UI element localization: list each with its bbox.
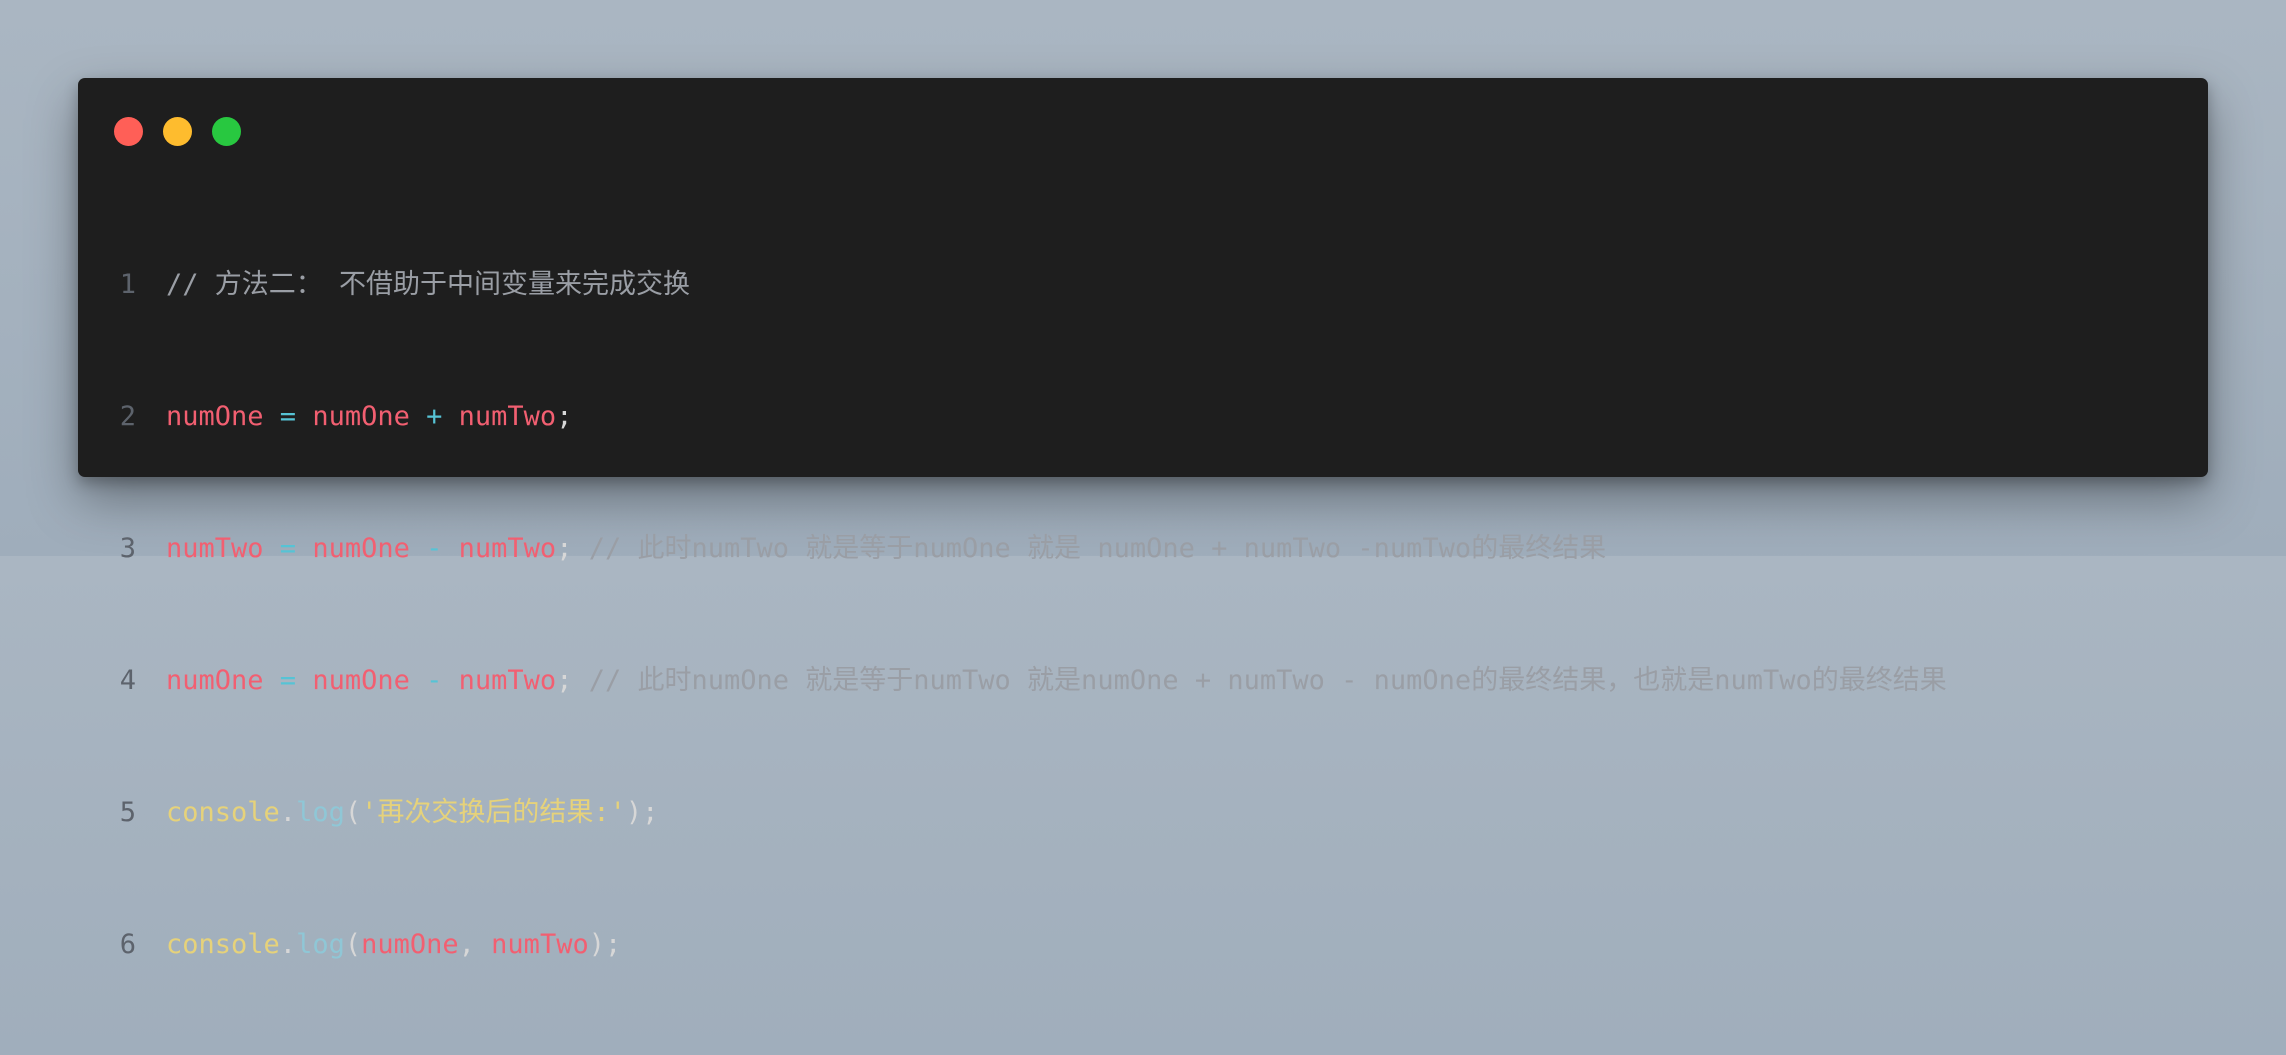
line-number: 6 — [119, 929, 136, 960]
code-line-1: 1 // 方法二： 不借助于中间变量来完成交换 — [78, 263, 1947, 307]
code-line-5: 5 console. log('再次交换后的结果:'); — [78, 791, 1947, 835]
line-number: 4 — [119, 665, 136, 696]
punctuation-token: ; — [556, 665, 589, 696]
line-number: 1 — [119, 269, 136, 300]
variable-token: numTwo — [166, 533, 264, 564]
punctuation-token: ( — [344, 797, 362, 828]
punctuation-token: ); — [625, 797, 659, 828]
variable-token: numOne — [312, 665, 410, 696]
variable-token: numOne — [312, 533, 410, 564]
variable-token: numTwo — [491, 929, 589, 960]
punctuation-token: ; — [556, 533, 589, 564]
string-token: '再次交换后的结果:' — [361, 797, 626, 828]
line-number: 3 — [119, 533, 136, 564]
code-window: 1 // 方法二： 不借助于中间变量来完成交换 2 numOne = numOne … — [78, 78, 2208, 960]
punctuation-token: ; — [556, 401, 573, 432]
code-line-6: 6 console. log(numOne, numTwo); — [78, 923, 1947, 967]
code-line-4: 4 numOne = numOne - numTwo; // 此时numOne 就… — [78, 659, 1947, 703]
variable-token: numOne — [361, 929, 459, 960]
comment: // 此时numTwo 就是等于numOne 就是 numOne + numTw… — [588, 533, 1607, 564]
code-line-2: 2 numOne = numOne + numTwo; — [78, 395, 1947, 439]
variable-token: numTwo — [458, 533, 557, 564]
punctuation-token: ( — [344, 929, 362, 960]
punctuation-token: ); — [588, 929, 622, 960]
window-controls — [114, 117, 261, 146]
object-token: console — [166, 929, 280, 960]
close-button[interactable] — [114, 117, 143, 146]
maximize-button[interactable] — [212, 117, 241, 146]
comment: // 此时numOne 就是等于numTwo 就是numOne + numTwo… — [588, 665, 1947, 696]
variable-token: numTwo — [458, 401, 557, 432]
function-token: log — [296, 797, 345, 828]
code-line-3: 3 numTwo = numOne - numTwo; // 此时numTwo 就… — [78, 527, 1947, 571]
comment: // 方法二： 不借助于中间变量来完成交换 — [166, 269, 691, 300]
function-token: log — [296, 929, 345, 960]
operator-token: + — [409, 401, 459, 432]
line-number: 2 — [119, 401, 136, 432]
variable-token: numTwo — [458, 665, 557, 696]
punctuation-token: , — [458, 929, 492, 960]
punctuation-token: . — [279, 797, 297, 828]
line-number: 5 — [119, 797, 136, 828]
code-block: 1 // 方法二： 不借助于中间变量来完成交换 2 numOne = numOne … — [78, 175, 1947, 1055]
variable-token: numOne — [166, 401, 264, 432]
variable-token: numOne — [312, 401, 410, 432]
operator-token: = — [263, 533, 313, 564]
punctuation-token: . — [279, 929, 297, 960]
operator-token: - — [409, 665, 459, 696]
operator-token: = — [263, 665, 313, 696]
operator-token: - — [409, 533, 459, 564]
minimize-button[interactable] — [163, 117, 192, 146]
variable-token: numOne — [166, 665, 264, 696]
object-token: console — [166, 797, 280, 828]
operator-token: = — [263, 401, 313, 432]
